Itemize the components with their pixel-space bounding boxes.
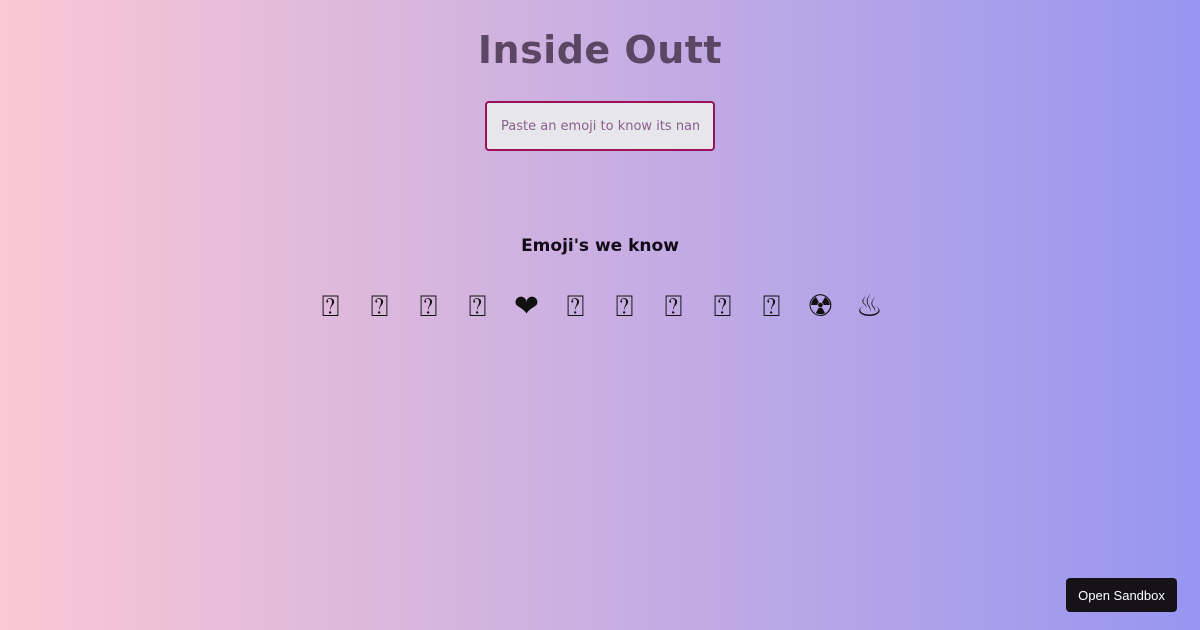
known-emojis-list: ⍰ ⍰ ⍰ ⍰ ❤ ⍰ ⍰ ⍰ ⍰ ⍰ ☢ ♨	[0, 286, 1200, 328]
emoji-item[interactable]: ⍰	[461, 286, 494, 328]
emoji-item[interactable]: ⍰	[412, 286, 445, 328]
emoji-search-input[interactable]	[485, 101, 715, 151]
emoji-item[interactable]: ⍰	[657, 286, 690, 328]
emoji-item[interactable]: ⍰	[755, 286, 788, 328]
open-sandbox-button[interactable]: Open Sandbox	[1066, 578, 1177, 612]
emoji-item[interactable]: ⍰	[559, 286, 592, 328]
emoji-item[interactable]: ⍰	[314, 286, 347, 328]
heart-emoji[interactable]: ❤	[510, 286, 543, 328]
page-title: Inside Outt	[477, 28, 723, 72]
hot-springs-emoji[interactable]: ♨	[853, 286, 886, 328]
known-emojis-heading: Emoji's we know	[521, 236, 679, 256]
radioactive-emoji[interactable]: ☢	[804, 286, 837, 328]
emoji-item[interactable]: ⍰	[706, 286, 739, 328]
emoji-item[interactable]: ⍰	[363, 286, 396, 328]
emoji-item[interactable]: ⍰	[608, 286, 641, 328]
